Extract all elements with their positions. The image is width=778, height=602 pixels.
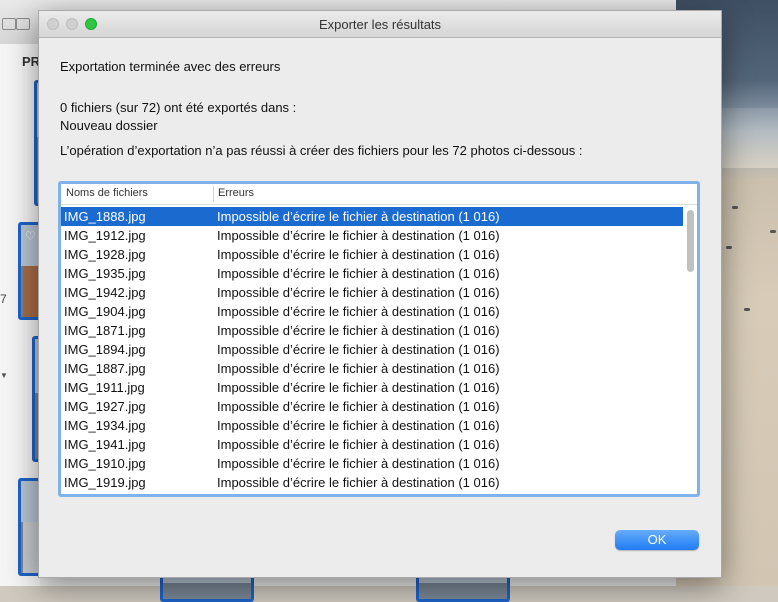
column-header-errors[interactable]: Erreurs [218, 187, 254, 199]
table-row[interactable]: IMG_1888.jpg Impossible d’écrire le fichi… [61, 207, 683, 226]
table-header: Noms de fichiers Erreurs [61, 184, 697, 205]
disclosure-triangle-icon[interactable]: ▼ [0, 371, 8, 380]
table-row[interactable]: IMG_1927.jpg Impossible d’écrire le fichi… [61, 397, 683, 416]
filename-cell: IMG_1934.jpg [64, 418, 146, 433]
table-row[interactable]: IMG_1871.jpg Impossible d’écrire le fichi… [61, 321, 683, 340]
column-header-filenames[interactable]: Noms de fichiers [66, 187, 148, 199]
error-cell: Impossible d’écrire le fichier à destina… [217, 456, 500, 471]
bird [726, 246, 732, 249]
filename-cell: IMG_1871.jpg [64, 323, 146, 338]
error-cell: Impossible d’écrire le fichier à destina… [217, 342, 500, 357]
error-cell: Impossible d’écrire le fichier à destina… [217, 285, 500, 300]
table-row[interactable]: IMG_1886.jpg Impossible d’écrire le fichi… [61, 492, 683, 497]
bird [732, 206, 738, 209]
table-row[interactable]: IMG_1910.jpg Impossible d’écrire le fichi… [61, 454, 683, 473]
vertical-scrollbar[interactable] [687, 210, 694, 272]
table-row[interactable]: IMG_1942.jpg Impossible d’écrire le fichi… [61, 283, 683, 302]
error-cell: Impossible d’écrire le fichier à destina… [217, 475, 500, 490]
table-row[interactable]: IMG_1904.jpg Impossible d’écrire le fichi… [61, 302, 683, 321]
failure-message: L’opération d’exportation n’a pas réussi… [60, 143, 583, 158]
error-cell: Impossible d’écrire le fichier à destina… [217, 399, 500, 414]
filename-cell: IMG_1888.jpg [64, 209, 146, 224]
error-cell: Impossible d’écrire le fichier à destina… [217, 437, 500, 452]
table-row[interactable]: IMG_1928.jpg Impossible d’écrire le fichi… [61, 245, 683, 264]
table-row[interactable]: IMG_1911.jpg Impossible d’écrire le fichi… [61, 378, 683, 397]
status-heading: Exportation terminée avec des erreurs [60, 59, 281, 74]
filename-cell: IMG_1928.jpg [64, 247, 146, 262]
error-cell: Impossible d’écrire le fichier à destina… [217, 247, 500, 262]
info-icon[interactable] [16, 18, 30, 30]
filename-cell: IMG_1887.jpg [64, 361, 146, 376]
bird [770, 230, 776, 233]
table-row[interactable]: IMG_1912.jpg Impossible d’écrire le fichi… [61, 226, 683, 245]
export-results-dialog: Exporter les résultats Exportation termi… [38, 10, 722, 578]
table-row[interactable]: IMG_1887.jpg Impossible d’écrire le fichi… [61, 359, 683, 378]
error-table[interactable]: Noms de fichiers Erreurs IMG_1888.jpg Imp… [58, 181, 700, 497]
destination-folder: Nouveau dossier [60, 118, 158, 133]
table-row[interactable]: IMG_1941.jpg Impossible d’écrire le fichi… [61, 435, 683, 454]
table-row[interactable]: IMG_1935.jpg Impossible d’écrire le fichi… [61, 264, 683, 283]
bird [744, 308, 750, 311]
filename-cell: IMG_1927.jpg [64, 399, 146, 414]
table-row[interactable]: IMG_1894.jpg Impossible d’écrire le fichi… [61, 340, 683, 359]
column-divider[interactable] [213, 186, 214, 202]
ok-button[interactable]: OK [615, 530, 699, 550]
error-cell: Impossible d’écrire le fichier à destina… [217, 361, 500, 376]
export-summary: 0 fichiers (sur 72) ont été exportés dan… [60, 100, 297, 115]
filename-cell: IMG_1941.jpg [64, 437, 146, 452]
background-count: 7 [0, 292, 7, 306]
error-cell: Impossible d’écrire le fichier à destina… [217, 323, 500, 338]
filename-cell: IMG_1886.jpg [64, 494, 146, 497]
error-cell: Impossible d’écrire le fichier à destina… [217, 418, 500, 433]
error-cell: Impossible d’écrire le fichier à destina… [217, 304, 500, 319]
error-cell: Impossible d’écrire le fichier à destina… [217, 380, 500, 395]
dialog-titlebar: Exporter les résultats [39, 11, 721, 38]
error-cell: Impossible d’écrire le fichier à destina… [217, 228, 500, 243]
heart-icon[interactable]: ♡ [25, 229, 36, 243]
error-cell: Impossible d’écrire le fichier à destina… [217, 209, 500, 224]
filename-cell: IMG_1894.jpg [64, 342, 146, 357]
sidebar-toggle-icon[interactable] [2, 18, 16, 30]
dialog-title: Exporter les résultats [318, 17, 442, 32]
filename-cell: IMG_1910.jpg [64, 456, 146, 471]
filename-cell: IMG_1911.jpg [64, 380, 145, 395]
table-row[interactable]: IMG_1919.jpg Impossible d’écrire le fichi… [61, 473, 683, 492]
table-body: IMG_1888.jpg Impossible d’écrire le fichi… [61, 207, 683, 497]
filename-cell: IMG_1935.jpg [64, 266, 146, 281]
filename-cell: IMG_1912.jpg [64, 228, 146, 243]
filename-cell: IMG_1919.jpg [64, 475, 146, 490]
filename-cell: IMG_1904.jpg [64, 304, 146, 319]
error-cell: Impossible d’écrire le fichier à destina… [217, 494, 500, 497]
table-row[interactable]: IMG_1934.jpg Impossible d’écrire le fichi… [61, 416, 683, 435]
error-cell: Impossible d’écrire le fichier à destina… [217, 266, 500, 281]
filename-cell: IMG_1942.jpg [64, 285, 146, 300]
